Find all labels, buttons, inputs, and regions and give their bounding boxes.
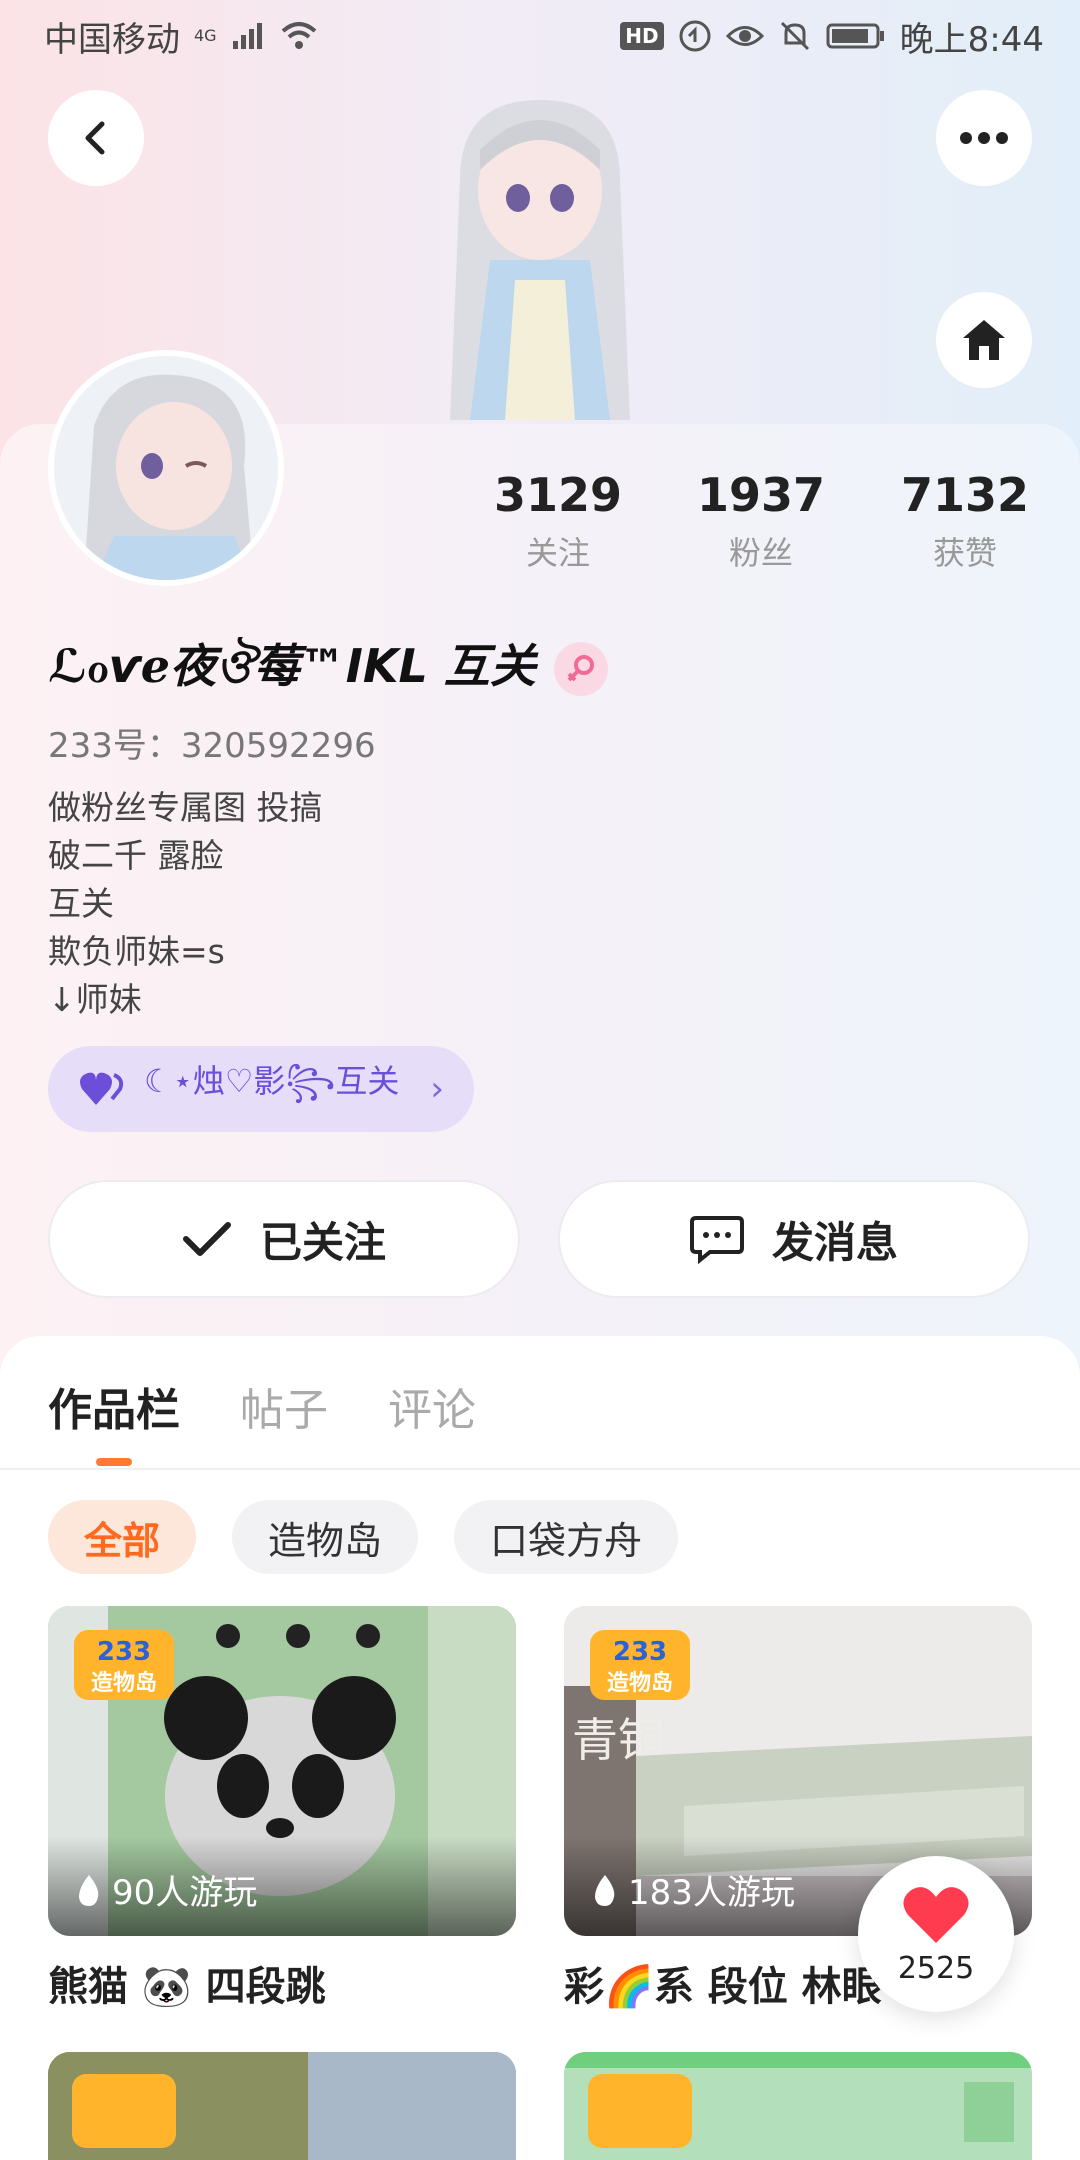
play-count: 90人游玩 (76, 1865, 257, 1914)
work-card[interactable] (564, 2052, 1032, 2160)
home-icon (963, 320, 1005, 360)
svg-text:造物岛: 造物岛 (607, 1670, 673, 1696)
bio: 做粉丝专属图 投搞 破二千 露脸 互关 欺负师妹=s ↓师妹 (48, 784, 323, 1024)
play-count: 183人游玩 (592, 1865, 795, 1914)
chip-island[interactable]: 造物岛 (232, 1500, 419, 1574)
network-label: 4G (194, 25, 217, 45)
stat-followers-value: 1937 (696, 468, 826, 522)
stat-likes-label: 获赞 (932, 534, 997, 572)
filter-chips: 全部 造物岛 口袋方舟 (48, 1500, 679, 1574)
status-bar: 中国移动 4G HD 晚上8:44 (0, 0, 1080, 72)
work-card[interactable] (48, 2052, 516, 2160)
carrier-label: 中国移动 (44, 19, 180, 60)
svg-text:造物岛: 造物岛 (91, 1670, 157, 1696)
double-heart-icon (80, 1072, 124, 1105)
chevron-right-icon: › (430, 1069, 444, 1109)
stat-following-value: 3129 (493, 468, 623, 522)
mute-icon (778, 19, 812, 53)
bio-line: 互关 (48, 884, 114, 923)
svg-text:233: 233 (613, 1637, 667, 1667)
tabs-divider (0, 1468, 1080, 1470)
tab-works[interactable]: 作品栏 (48, 1374, 180, 1438)
bio-line: ↓师妹 (48, 980, 142, 1019)
stat-likes[interactable]: 7132 获赞 (875, 468, 1055, 574)
clock: 晚上8:44 (899, 19, 1044, 60)
eye-comfort-icon (725, 21, 764, 51)
profile-name: ℒℴѵℯ夜ঔ莓™IKL 互关 (48, 639, 536, 693)
work-title: 熊猫 🐼 四段跳 (48, 1964, 326, 2010)
bio-line: 做粉丝专属图 投搞 (48, 788, 323, 827)
stat-followers[interactable]: 1937 粉丝 (671, 468, 851, 574)
data-saver-icon (678, 19, 712, 53)
stat-following[interactable]: 3129 关注 (468, 468, 648, 574)
chevron-left-icon (85, 121, 105, 155)
hd-badge: HD (620, 22, 664, 50)
user-id: 233号：320592296 (48, 726, 376, 766)
message-button[interactable]: 发消息 (558, 1180, 1030, 1298)
work-thumbnail: 233 造物岛 90人游玩 (48, 1606, 516, 1936)
follow-button[interactable]: 已关注 (48, 1180, 520, 1298)
home-button[interactable] (936, 292, 1032, 388)
svg-text:233: 233 (97, 1637, 151, 1667)
name-row: ℒℴѵℯ夜ঔ莓™IKL 互关 (48, 630, 608, 708)
character-avatar-illustration (400, 90, 680, 430)
app-badge: 233 造物岛 (588, 1628, 692, 1702)
fan-group-pill[interactable]: ☾⋆烛♡影꧂互关 › (48, 1046, 474, 1132)
chat-icon (689, 1216, 744, 1264)
bio-line: 破二千 露脸 (48, 836, 224, 875)
stat-following-label: 关注 (525, 534, 590, 572)
flame-icon (595, 1874, 615, 1906)
stat-likes-value: 7132 (900, 468, 1030, 522)
like-button[interactable]: 2525 (858, 1856, 1014, 2012)
follow-button-label: 已关注 (259, 1217, 386, 1267)
signal-icon (231, 21, 265, 51)
check-icon (182, 1222, 231, 1256)
work-card[interactable]: 233 造物岛 90人游玩 熊猫 🐼 四段跳 (48, 1606, 516, 2012)
bio-line: 欺负师妹=s (48, 932, 225, 971)
more-dots-icon (960, 132, 1008, 144)
work-title: 彩🌈系 段位 林眼 (564, 1964, 882, 2010)
chip-all[interactable]: 全部 (48, 1500, 197, 1574)
heart-icon (903, 1886, 969, 1943)
fan-group-label: ☾⋆烛♡影꧂互关 (144, 1062, 400, 1100)
back-button[interactable] (48, 90, 144, 186)
chip-ark[interactable]: 口袋方舟 (454, 1500, 679, 1574)
message-button-label: 发消息 (771, 1217, 898, 1267)
wifi-icon (279, 21, 319, 51)
profile-tabs: 作品栏 帖子 评论 (48, 1374, 476, 1438)
tab-comments[interactable]: 评论 (388, 1374, 476, 1438)
more-button[interactable] (936, 90, 1032, 186)
tab-indicator (96, 1458, 132, 1466)
battery-icon (826, 21, 886, 51)
avatar[interactable] (48, 350, 284, 586)
stat-followers-label: 粉丝 (728, 534, 793, 572)
female-icon (553, 642, 608, 696)
like-count: 2525 (897, 1950, 975, 1986)
flame-icon (79, 1874, 99, 1906)
app-badge: 233 造物岛 (72, 1628, 176, 1702)
tab-posts[interactable]: 帖子 (240, 1374, 328, 1438)
